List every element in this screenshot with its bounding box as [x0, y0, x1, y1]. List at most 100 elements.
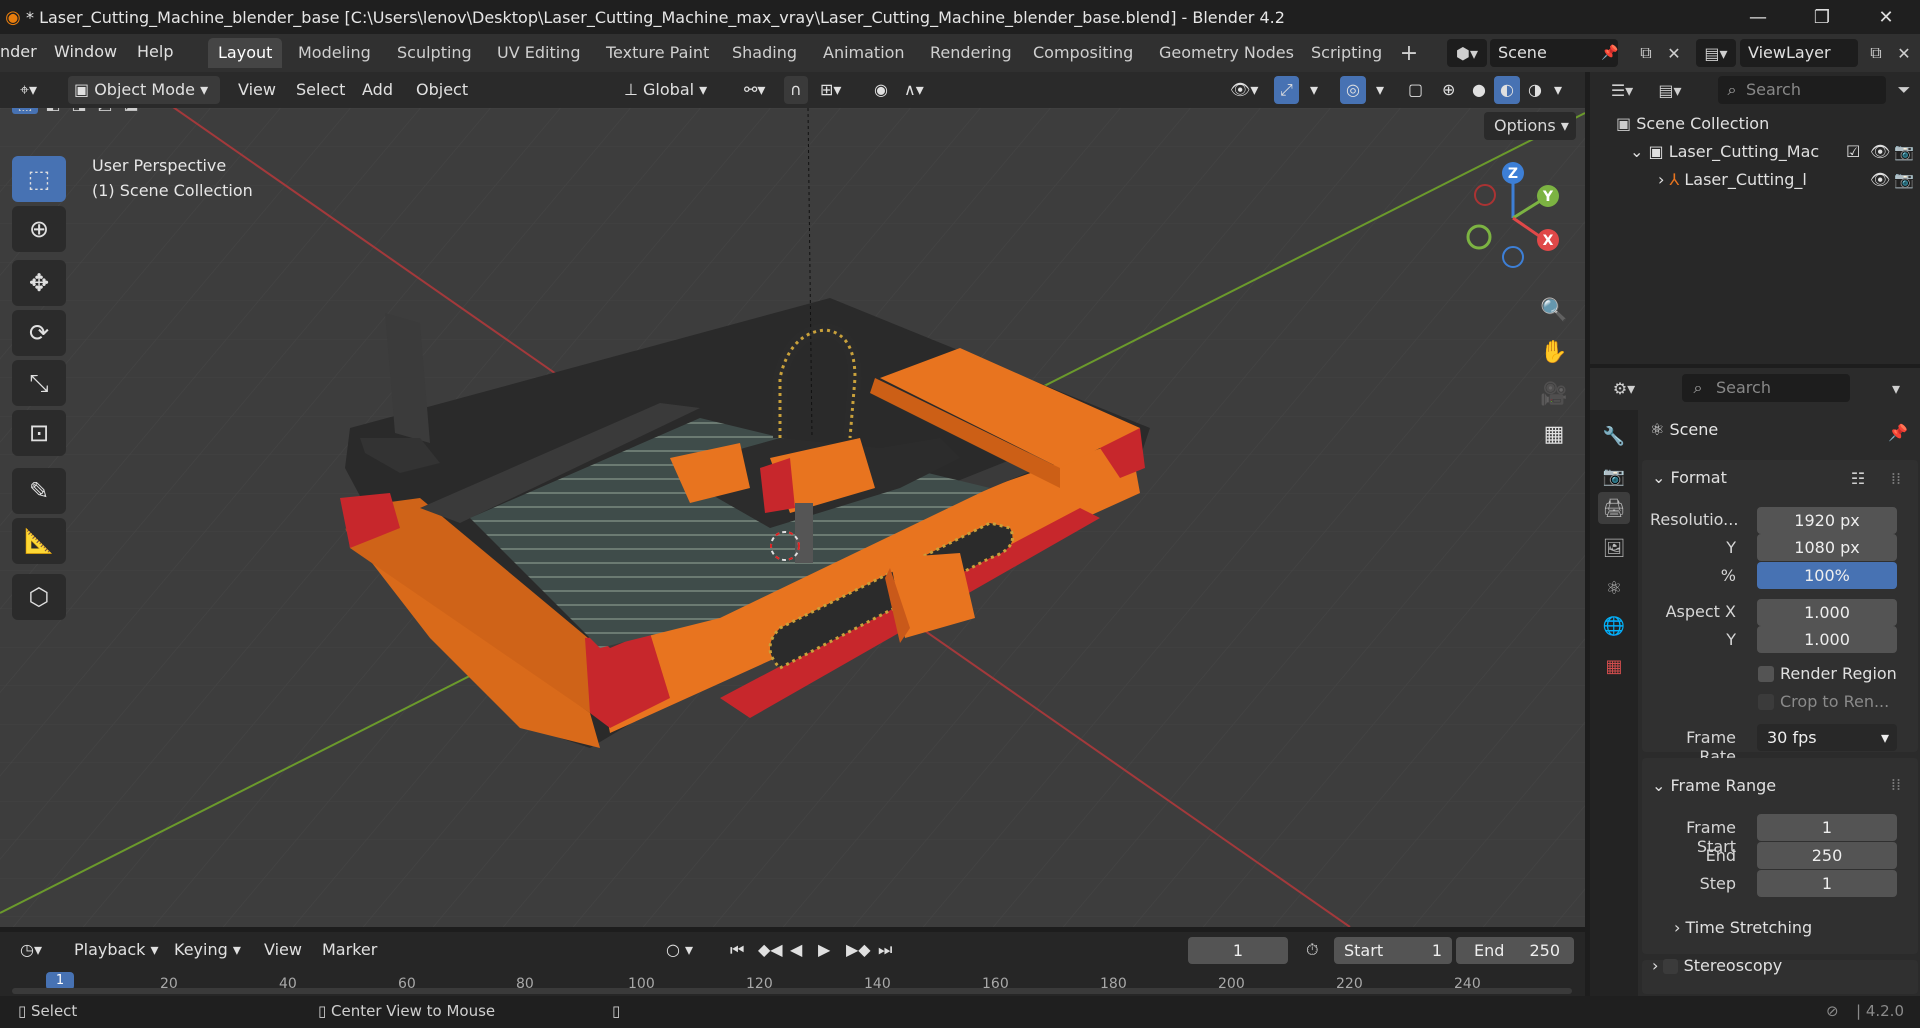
menu-view[interactable]: View	[232, 76, 282, 104]
render-region-checkbox[interactable]	[1758, 666, 1774, 682]
aspect-y-field[interactable]: 1.000	[1757, 626, 1897, 653]
minimize-icon[interactable]: —	[1726, 0, 1790, 34]
rendered-shading-icon[interactable]: ◑	[1522, 76, 1548, 104]
solid-shading-icon[interactable]: ●	[1466, 76, 1492, 104]
menu-render[interactable]: nder	[0, 42, 37, 61]
proportional-edit-icon[interactable]: ◉	[868, 76, 894, 104]
material-shading-icon[interactable]: ◐	[1494, 76, 1520, 104]
presets-icon[interactable]: ☷	[1844, 466, 1872, 490]
crop-checkbox[interactable]	[1758, 694, 1774, 710]
menu-playback[interactable]: Playback ▾	[68, 936, 165, 964]
frame-start-field[interactable]: 1	[1757, 814, 1897, 841]
drag-handle-icon[interactable]: ⁞⁞	[1886, 772, 1906, 796]
stereoscopy-header[interactable]: › Stereoscopy	[1652, 956, 1782, 975]
scene-browse-icon[interactable]: ⬢▾	[1447, 39, 1487, 67]
camera-view-icon[interactable]: 🎥	[1533, 374, 1575, 414]
3d-viewport[interactable]: ⬚ ◧ ◨ ◩ ◪ ⬚ ⊕ ✥ ⟳ ⤡ ⊡ ✎ 📐 ⬡ User Perspec…	[0, 108, 1585, 927]
menu-window[interactable]: Window	[54, 42, 117, 61]
tab-uv-editing[interactable]: UV Editing	[487, 38, 590, 68]
texture-tab-icon[interactable]: ▦	[1598, 650, 1630, 682]
scene-tab-icon[interactable]: ⚛	[1598, 572, 1630, 604]
camera-icon[interactable]: 📷	[1894, 170, 1914, 189]
camera-icon[interactable]: 📷	[1894, 142, 1914, 161]
snap-icon[interactable]: ∩	[784, 76, 808, 104]
menu-marker[interactable]: Marker	[316, 936, 383, 964]
format-header[interactable]: ⌄ Format	[1652, 468, 1727, 487]
checkbox-icon[interactable]: ☑	[1846, 142, 1860, 161]
pin-icon[interactable]: 📌	[1598, 39, 1622, 67]
tab-sculpting[interactable]: Sculpting	[387, 38, 482, 68]
timeline-editor-type-icon[interactable]: ◷▾	[14, 936, 56, 964]
rotate-tool-icon[interactable]: ⟳	[12, 310, 66, 356]
menu-help[interactable]: Help	[137, 42, 173, 61]
tool-tab-icon[interactable]: 🔧	[1598, 420, 1630, 452]
props-editor-type-icon[interactable]: ⚙▾	[1602, 374, 1646, 402]
menu-add[interactable]: Add	[356, 76, 399, 104]
gizmo-toggle-icon[interactable]: ⤢	[1274, 76, 1299, 104]
jump-end-icon[interactable]: ⏭	[872, 936, 898, 964]
expand-arrow-icon[interactable]: ›	[1658, 170, 1669, 189]
select-subtract-icon[interactable]: ◨	[66, 108, 92, 114]
collapse-arrow-icon[interactable]: ⌄	[1630, 142, 1649, 161]
tab-rendering[interactable]: Rendering	[920, 38, 1022, 68]
tab-layout[interactable]: Layout	[208, 38, 283, 68]
auto-keying-icon[interactable]: ○ ▾	[660, 936, 699, 964]
outliner-item-object[interactable]: › ⅄ Laser_Cutting_l 👁 📷	[1658, 170, 1920, 194]
jump-start-icon[interactable]: ⏮	[724, 936, 750, 964]
play-icon[interactable]: ▶	[812, 936, 836, 964]
resolution-percentage-slider[interactable]: 100%	[1757, 562, 1897, 589]
menu-keying[interactable]: Keying ▾	[168, 936, 247, 964]
close-icon[interactable]: ✕	[1854, 0, 1918, 34]
tab-modeling[interactable]: Modeling	[288, 38, 381, 68]
eye-icon[interactable]: 👁	[1870, 142, 1890, 161]
select-invert-icon[interactable]: ◩	[92, 108, 118, 114]
gizmo-dropdown-icon[interactable]: ▾	[1304, 76, 1324, 104]
transform-orientation-dropdown[interactable]: ⊥ Global ▾	[618, 76, 730, 104]
menu-select[interactable]: Select	[290, 76, 351, 104]
select-new-icon[interactable]: ⬚	[12, 108, 38, 114]
navigation-gizmo[interactable]: Z Y X	[1460, 158, 1580, 278]
overlays-dropdown-icon[interactable]: ▾	[1370, 76, 1390, 104]
tab-animation[interactable]: Animation	[813, 38, 915, 68]
transform-tool-icon[interactable]: ⊡	[12, 410, 66, 456]
stereoscopy-checkbox[interactable]	[1663, 959, 1679, 974]
props-options-icon[interactable]: ▾	[1882, 374, 1910, 402]
select-box-tool-icon[interactable]: ⬚	[12, 156, 66, 202]
outliner-editor-type-icon[interactable]: ☰▾	[1602, 76, 1642, 104]
wireframe-shading-icon[interactable]: ⊕	[1436, 76, 1461, 104]
menu-object[interactable]: Object	[410, 76, 474, 104]
cursor-tool-icon[interactable]: ⊕	[12, 206, 66, 252]
restore-icon[interactable]: ❐	[1790, 0, 1854, 34]
delete-scene-icon[interactable]: ✕	[1660, 39, 1688, 67]
start-frame-field[interactable]: Start 1	[1334, 937, 1452, 964]
new-viewlayer-icon[interactable]: ⧉	[1862, 39, 1890, 67]
xray-icon[interactable]: ▢	[1402, 76, 1429, 104]
pin-icon[interactable]: 📌	[1886, 420, 1910, 444]
tab-shading[interactable]: Shading	[722, 38, 807, 68]
timeline-scrollbar[interactable]	[12, 988, 1572, 994]
scale-tool-icon[interactable]: ⤡	[12, 360, 66, 406]
stopwatch-icon[interactable]: ⏱	[1300, 936, 1324, 964]
visibility-icon[interactable]: 👁▾	[1224, 76, 1264, 104]
resolution-y-field[interactable]: 1080 px	[1757, 534, 1897, 561]
time-stretching-subpanel[interactable]: › Time Stretching	[1674, 918, 1812, 937]
frame-end-field[interactable]: 250	[1757, 842, 1897, 869]
select-extend-icon[interactable]: ◧	[40, 108, 66, 114]
tab-scripting[interactable]: Scripting	[1301, 38, 1392, 68]
display-mode-icon[interactable]: ▤▾	[1648, 76, 1692, 104]
add-cube-tool-icon[interactable]: ⬡	[12, 574, 66, 620]
resolution-x-field[interactable]: 1920 px	[1757, 507, 1897, 534]
outliner-root[interactable]: ▣ Scene Collection	[1616, 114, 1769, 133]
frame-step-field[interactable]: 1	[1757, 870, 1897, 897]
tab-geometry-nodes[interactable]: Geometry Nodes	[1149, 38, 1304, 68]
add-workspace-icon[interactable]: +	[1395, 38, 1423, 68]
viewport-scene[interactable]	[0, 108, 1585, 927]
end-frame-field[interactable]: End 250	[1456, 937, 1574, 964]
object-mode-dropdown[interactable]: ▣ Object Mode ▾	[68, 76, 220, 104]
output-tab-icon[interactable]: 🖨	[1598, 492, 1630, 524]
viewlayer-browse-icon[interactable]: ▤▾	[1696, 39, 1736, 67]
frame-range-header[interactable]: ⌄ Frame Range	[1652, 776, 1776, 795]
options-dropdown[interactable]: Options ▾	[1484, 112, 1576, 140]
play-reverse-icon[interactable]: ◀	[784, 936, 808, 964]
drag-handle-icon[interactable]: ⁞⁞	[1886, 466, 1906, 490]
